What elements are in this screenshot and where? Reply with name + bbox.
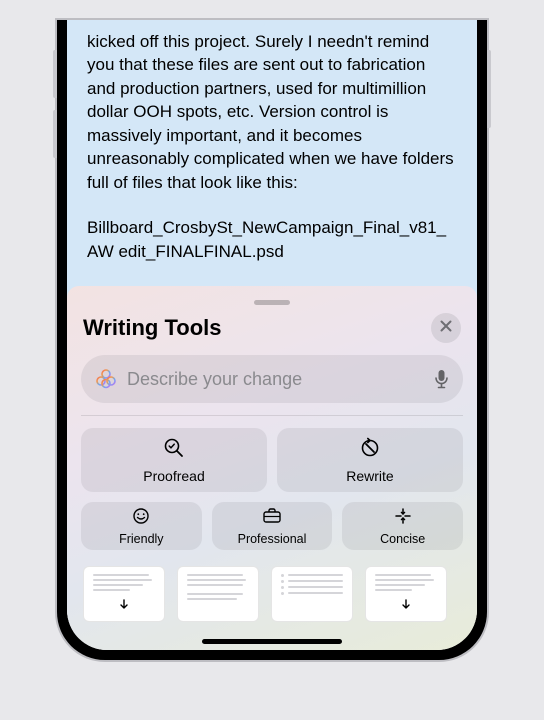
preview-summary[interactable] xyxy=(83,566,165,622)
format-previews xyxy=(81,566,463,622)
professional-button[interactable]: Professional xyxy=(212,502,333,550)
professional-label: Professional xyxy=(238,532,307,546)
preview-list[interactable] xyxy=(271,566,353,622)
concise-icon xyxy=(394,507,412,530)
friendly-label: Friendly xyxy=(119,532,163,546)
smile-icon xyxy=(132,507,150,530)
close-button[interactable] xyxy=(431,313,461,343)
preview-table[interactable] xyxy=(365,566,447,622)
proofread-button[interactable]: Proofread xyxy=(81,428,267,492)
body-paragraph: kicked off this project. Surely I needn'… xyxy=(87,30,457,194)
filename-example: Billboard_CrosbySt_NewCampaign_Final_v81… xyxy=(87,216,457,263)
sheet-title: Writing Tools xyxy=(83,315,222,341)
preview-keypoints[interactable] xyxy=(177,566,259,622)
concise-label: Concise xyxy=(380,532,425,546)
concise-button[interactable]: Concise xyxy=(342,502,463,550)
rewrite-icon xyxy=(359,437,381,464)
friendly-button[interactable]: Friendly xyxy=(81,502,202,550)
sheet-grabber[interactable] xyxy=(254,300,290,305)
close-icon xyxy=(440,319,452,337)
proofread-label: Proofread xyxy=(143,468,204,484)
microphone-icon[interactable] xyxy=(434,369,449,389)
rewrite-label: Rewrite xyxy=(346,468,393,484)
input-placeholder: Describe your change xyxy=(127,369,424,390)
divider xyxy=(81,415,463,416)
magnifier-check-icon xyxy=(163,437,185,464)
apple-intelligence-icon xyxy=(95,368,117,390)
arrow-down-icon xyxy=(401,598,411,616)
briefcase-icon xyxy=(262,507,282,530)
describe-change-input[interactable]: Describe your change xyxy=(81,355,463,403)
arrow-down-icon xyxy=(119,598,129,616)
document-body[interactable]: kicked off this project. Surely I needn'… xyxy=(67,20,477,320)
writing-tools-sheet: Writing Tools xyxy=(67,286,477,650)
rewrite-button[interactable]: Rewrite xyxy=(277,428,463,492)
home-indicator[interactable] xyxy=(202,639,342,644)
